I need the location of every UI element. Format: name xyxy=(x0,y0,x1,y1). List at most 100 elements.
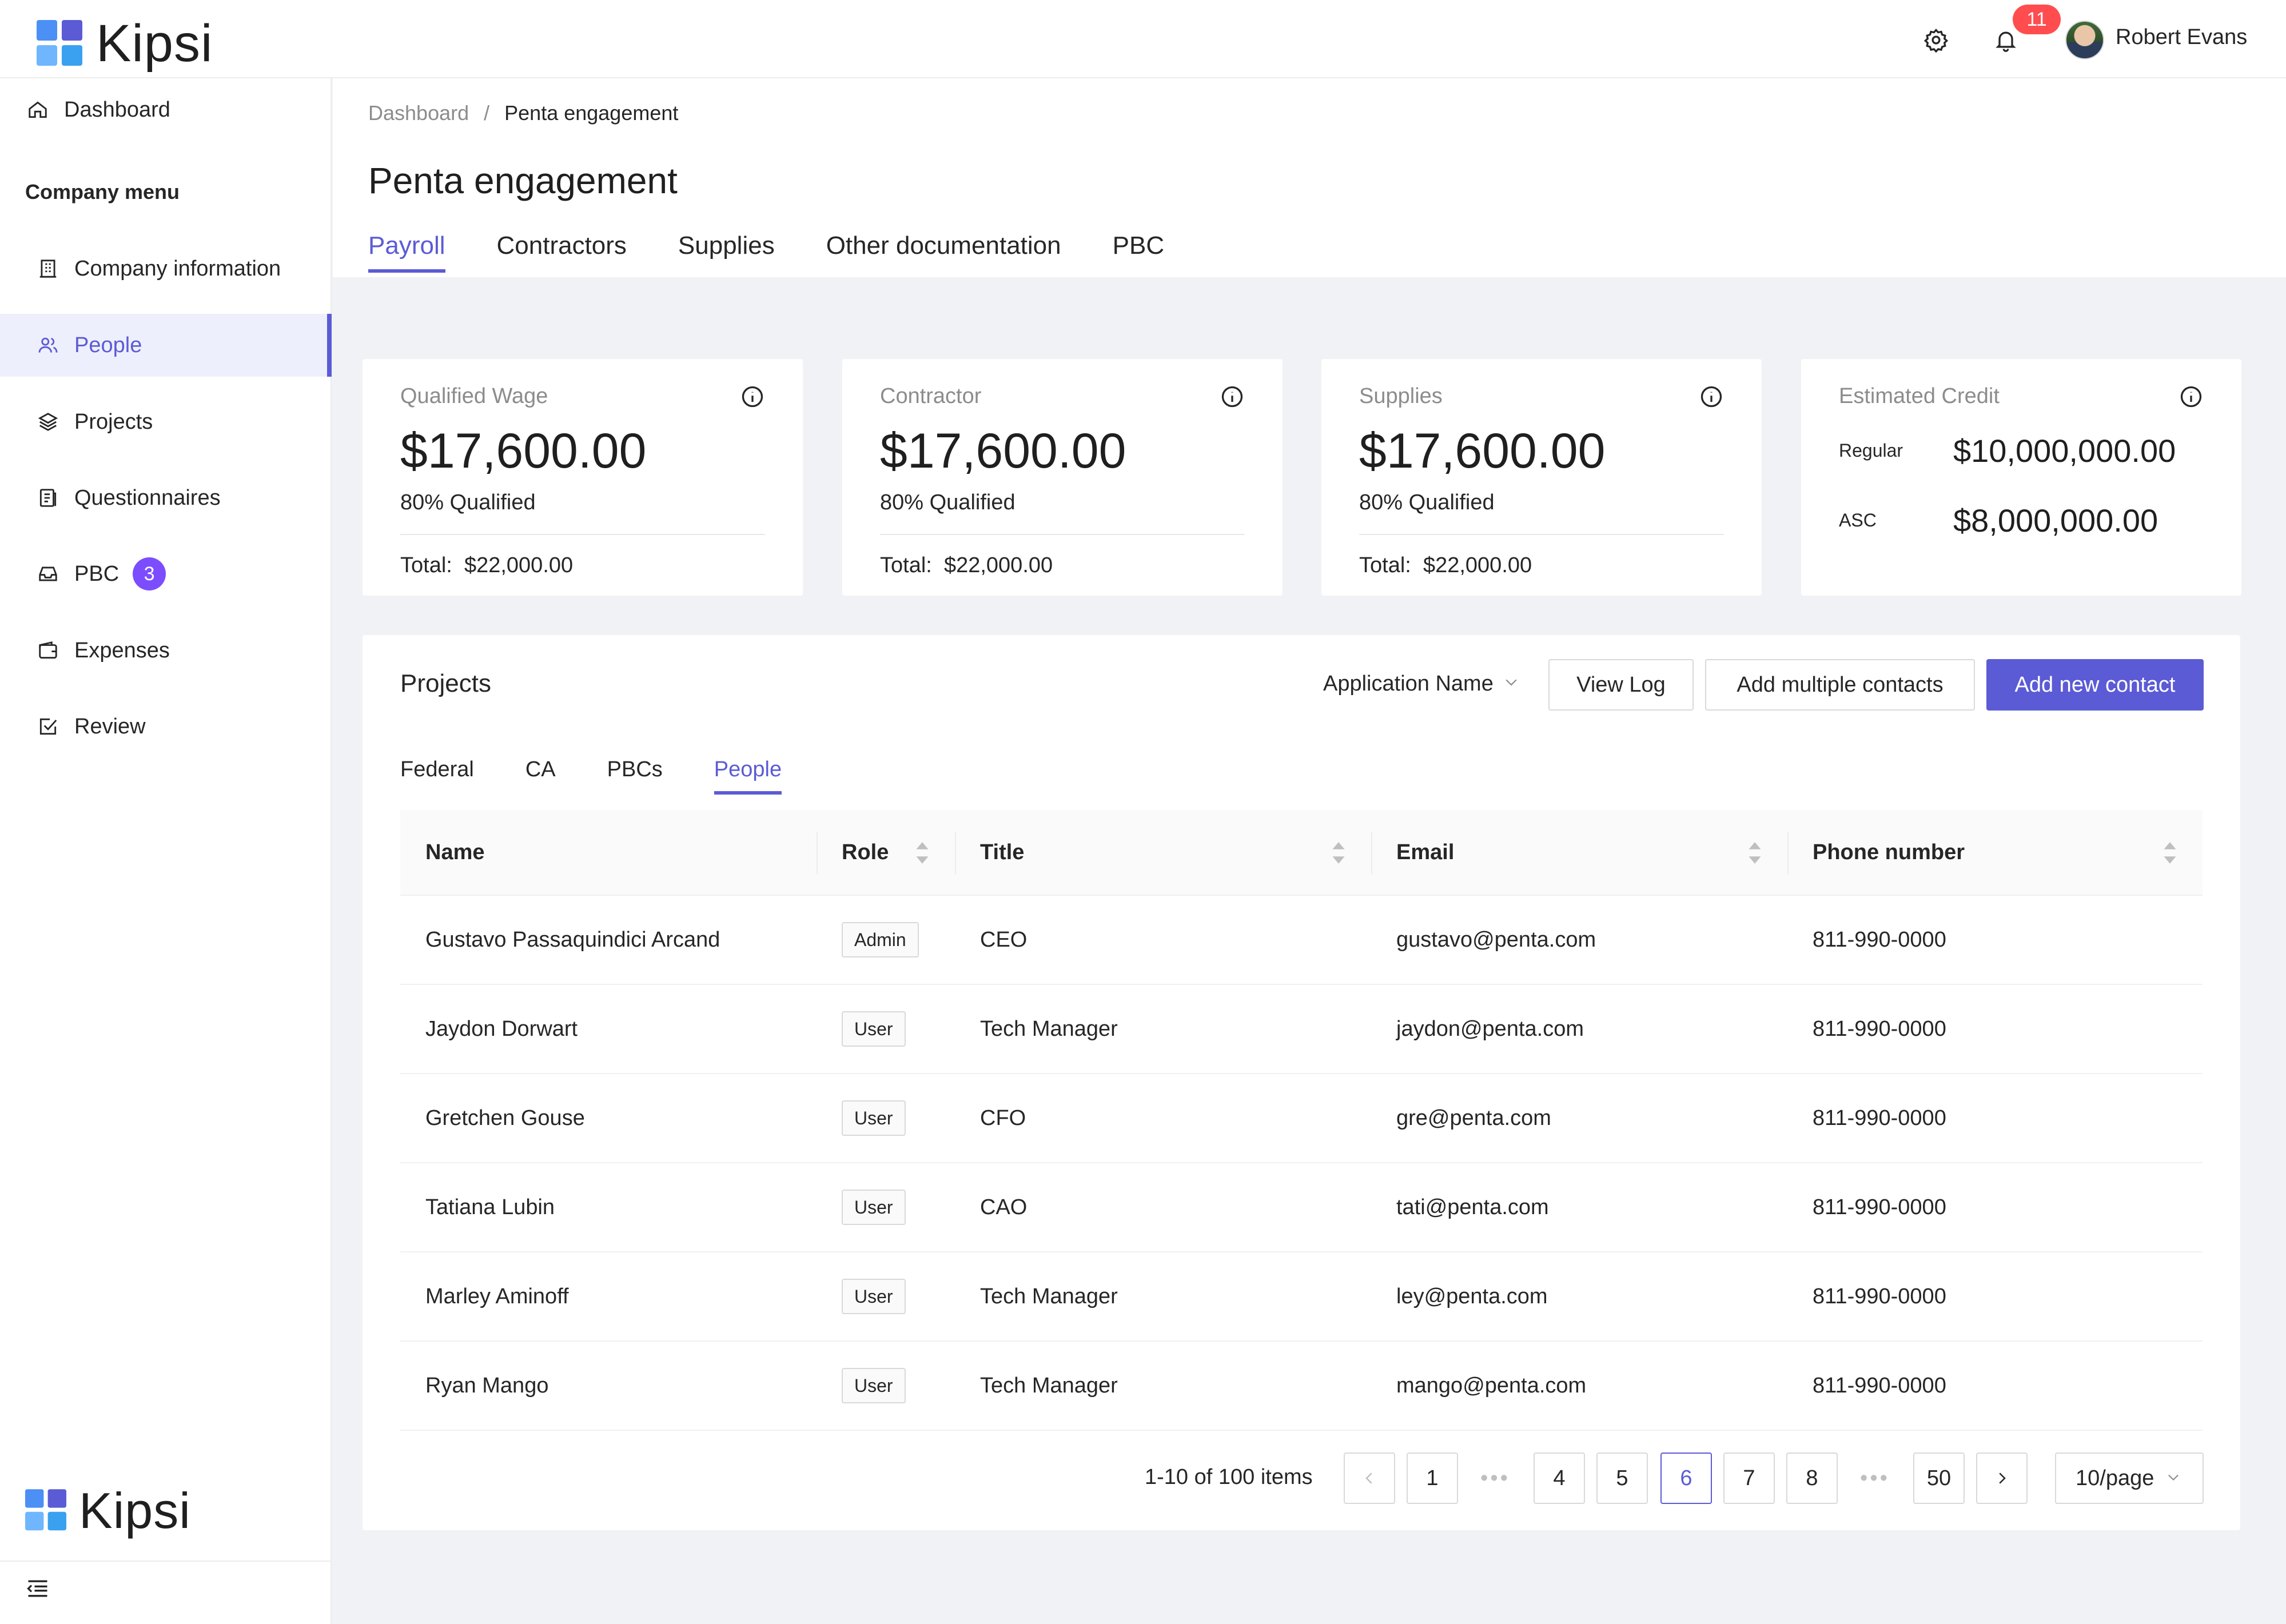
page-ellipsis[interactable]: ••• xyxy=(1469,1453,1521,1504)
home-icon xyxy=(25,97,50,122)
info-icon[interactable] xyxy=(1699,384,1724,409)
cell-title: Tech Manager xyxy=(955,985,1371,1073)
application-name-select[interactable]: Application Name xyxy=(1323,672,1520,696)
view-log-button[interactable]: View Log xyxy=(1548,659,1694,711)
role-tag: User xyxy=(842,1011,906,1047)
info-icon[interactable] xyxy=(740,384,765,409)
page-button-50[interactable]: 50 xyxy=(1913,1453,1965,1504)
card-total-value: $22,000.00 xyxy=(944,553,1053,577)
table-row[interactable]: Ryan Mango User Tech Manager mango@penta… xyxy=(400,1342,2203,1431)
table-row[interactable]: Tatiana Lubin User CAO tati@penta.com 81… xyxy=(400,1163,2203,1252)
card-label: Supplies xyxy=(1359,384,1443,409)
breadcrumb-separator: / xyxy=(484,101,489,125)
role-tag: User xyxy=(842,1190,906,1225)
estimated-credit-card: Estimated Credit Regular $10,000,000.00 … xyxy=(1801,359,2241,596)
projects-title: Projects xyxy=(400,669,491,698)
page-button-4[interactable]: 4 xyxy=(1534,1453,1585,1504)
logo-text: Kipsi xyxy=(96,14,213,74)
card-divider xyxy=(880,534,1245,535)
breadcrumb: Dashboard / Penta engagement xyxy=(368,101,678,125)
sidebar-item-label: People xyxy=(74,333,142,358)
tab-contractors[interactable]: Contractors xyxy=(497,232,627,273)
column-header-phone[interactable]: Phone number xyxy=(1787,810,2203,895)
column-header-role[interactable]: Role xyxy=(817,810,955,895)
card-total: Total: $22,000.00 xyxy=(880,553,1053,578)
column-header-title[interactable]: Title xyxy=(955,810,1371,895)
info-icon[interactable] xyxy=(2179,384,2204,409)
card-amount: $17,600.00 xyxy=(400,423,646,480)
tab-pbc[interactable]: PBC xyxy=(1113,232,1164,273)
table-header: Name Role Title Email Phone number xyxy=(400,810,2203,896)
breadcrumb-dashboard-link[interactable]: Dashboard xyxy=(368,101,469,125)
subtab-pbcs[interactable]: PBCs xyxy=(607,757,663,795)
sidebar-item-projects[interactable]: Projects xyxy=(0,390,330,453)
cell-phone: 811-990-0000 xyxy=(1787,985,2203,1073)
card-total-value: $22,000.00 xyxy=(1423,553,1532,577)
cell-email: ley@penta.com xyxy=(1371,1252,1787,1340)
sidebar-item-questionnaires[interactable]: Questionnaires xyxy=(0,466,330,529)
chevron-right-icon xyxy=(1993,1470,2010,1487)
user-avatar[interactable] xyxy=(2065,21,2104,59)
header-logo[interactable]: Kipsi xyxy=(37,14,213,74)
add-multiple-contacts-button[interactable]: Add multiple contacts xyxy=(1705,659,1975,711)
breadcrumb-current: Penta engagement xyxy=(504,101,678,125)
tab-supplies[interactable]: Supplies xyxy=(678,232,775,273)
projects-subtabs: Federal CA PBCs People xyxy=(400,757,833,795)
page-tabs: Payroll Contractors Supplies Other docum… xyxy=(368,232,1216,273)
cell-title: CAO xyxy=(955,1163,1371,1251)
sidebar-item-label: Review xyxy=(74,715,146,739)
page-button-5[interactable]: 5 xyxy=(1596,1453,1648,1504)
kipsi-logo-icon xyxy=(25,1489,69,1533)
sidebar-item-pbc[interactable]: PBC 3 xyxy=(0,542,330,605)
page-button-8[interactable]: 8 xyxy=(1786,1453,1838,1504)
card-total-label: Total: xyxy=(1359,553,1411,577)
credit-key: Regular xyxy=(1839,440,1953,461)
add-new-contact-button[interactable]: Add new contact xyxy=(1986,659,2204,711)
next-page-button[interactable] xyxy=(1976,1453,2028,1504)
tab-other-documentation[interactable]: Other documentation xyxy=(826,232,1061,273)
cell-name: Marley Aminoff xyxy=(400,1252,817,1340)
settings-gear-icon[interactable] xyxy=(1919,23,1953,57)
checkbox-icon xyxy=(35,714,61,739)
card-label: Contractor xyxy=(880,384,981,409)
tab-payroll[interactable]: Payroll xyxy=(368,232,445,273)
sidebar-item-review[interactable]: Review xyxy=(0,695,330,758)
cell-title: CEO xyxy=(955,896,1371,984)
sidebar-item-company-information[interactable]: Company information xyxy=(0,237,330,300)
cell-name: Gretchen Gouse xyxy=(400,1074,817,1162)
user-name[interactable]: Robert Evans xyxy=(2116,25,2247,50)
sidebar-item-label: PBC xyxy=(74,562,119,586)
sidebar-item-dashboard[interactable]: Dashboard xyxy=(0,78,330,141)
collapse-menu-icon[interactable] xyxy=(25,1576,50,1604)
table-row[interactable]: Jaydon Dorwart User Tech Manager jaydon@… xyxy=(400,985,2203,1074)
prev-page-button[interactable] xyxy=(1344,1453,1395,1504)
table-row[interactable]: Gretchen Gouse User CFO gre@penta.com 81… xyxy=(400,1074,2203,1163)
page-button-7[interactable]: 7 xyxy=(1723,1453,1775,1504)
cell-role: User xyxy=(817,1252,955,1340)
card-amount: $17,600.00 xyxy=(1359,423,1605,480)
subtab-federal[interactable]: Federal xyxy=(400,757,474,795)
table-row[interactable]: Gustavo Passaquindici Arcand Admin CEO g… xyxy=(400,896,2203,985)
page-button-6[interactable]: 6 xyxy=(1660,1453,1712,1504)
column-header-email[interactable]: Email xyxy=(1371,810,1787,895)
info-icon[interactable] xyxy=(1220,384,1245,409)
sidebar-item-label: Projects xyxy=(74,410,153,434)
subtab-ca[interactable]: CA xyxy=(525,757,556,795)
application-name-label: Application Name xyxy=(1323,672,1494,696)
sidebar-footer-logo[interactable]: Kipsi xyxy=(25,1482,191,1540)
people-table: Name Role Title Email Phone number Gusta… xyxy=(400,810,2203,1431)
page-title: Penta engagement xyxy=(368,159,678,202)
table-row[interactable]: Marley Aminoff User Tech Manager ley@pen… xyxy=(400,1252,2203,1342)
qualified-wage-card: Qualified Wage $17,600.00 80% Qualified … xyxy=(363,359,803,596)
page-size-select[interactable]: 10/page xyxy=(2055,1453,2204,1504)
notification-count-badge: 11 xyxy=(2013,5,2061,34)
cell-title: CFO xyxy=(955,1074,1371,1162)
sidebar-item-people[interactable]: People xyxy=(0,314,330,377)
cell-name: Gustavo Passaquindici Arcand xyxy=(400,896,817,984)
subtab-people[interactable]: People xyxy=(714,757,782,795)
sidebar-item-expenses[interactable]: Expenses xyxy=(0,619,330,682)
page-button-1[interactable]: 1 xyxy=(1407,1453,1458,1504)
page-ellipsis[interactable]: ••• xyxy=(1849,1453,1901,1504)
card-amount: $17,600.00 xyxy=(880,423,1126,480)
page-size-label: 10/page xyxy=(2076,1466,2154,1491)
